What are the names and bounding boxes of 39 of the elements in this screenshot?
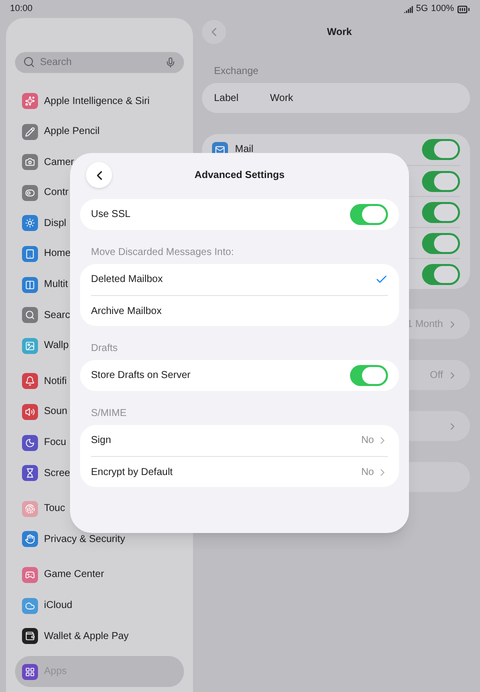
sidebar-label: Game Center — [44, 568, 104, 582]
row-label: Archive Mailbox — [91, 304, 163, 318]
row-label: Mail — [235, 143, 254, 157]
row-label: Deleted Mailbox — [91, 273, 164, 287]
section-header: Drafts — [91, 342, 119, 356]
sidebar-label: Focu — [44, 436, 66, 450]
battery-percent: 100% — [430, 2, 454, 16]
sidebar-label: Searc — [44, 308, 70, 323]
row-value: Off — [430, 368, 443, 382]
sidebar-label: Apple Intelligence & Siri — [44, 94, 150, 109]
sidebar-label: Notifi — [44, 374, 67, 389]
sidebar-label: Camer — [44, 156, 74, 170]
section-header: S/MIME — [91, 407, 128, 421]
row-value: Work — [270, 92, 294, 106]
sidebar-label: Privacy & Security — [44, 532, 126, 547]
sidebar-label: Soun — [44, 405, 68, 420]
page-title: Work — [327, 26, 352, 40]
sidebar-label: Contr — [44, 186, 68, 200]
row-value: No — [361, 434, 374, 448]
row-value: No — [361, 466, 374, 480]
sidebar-label: Touc — [44, 502, 66, 516]
sidebar-label: Home — [44, 247, 71, 262]
sidebar-label: Scree — [44, 466, 70, 481]
sidebar-label: Wallp — [44, 339, 69, 354]
row-label: Label — [214, 92, 240, 106]
sidebar-label: Apple Pencil — [44, 125, 100, 140]
section-header: Move Discarded Messages Into: — [91, 246, 235, 260]
sidebar-label: Wallet & Apple Pay — [44, 630, 129, 644]
row-label: Sign — [91, 434, 112, 448]
row-label: Use SSL — [91, 208, 132, 222]
row-label: Store Drafts on Server — [91, 369, 192, 383]
network-label: 5G — [416, 2, 428, 16]
sidebar-label: Displ — [44, 216, 66, 231]
sidebar-label: iCloud — [44, 599, 72, 614]
row-label: Encrypt by Default — [91, 466, 174, 480]
status-time: 10:00 — [10, 2, 33, 16]
sheet-title: Advanced Settings — [194, 168, 285, 182]
sidebar-label: Multit — [44, 278, 68, 292]
section-header: Exchange — [214, 65, 260, 79]
